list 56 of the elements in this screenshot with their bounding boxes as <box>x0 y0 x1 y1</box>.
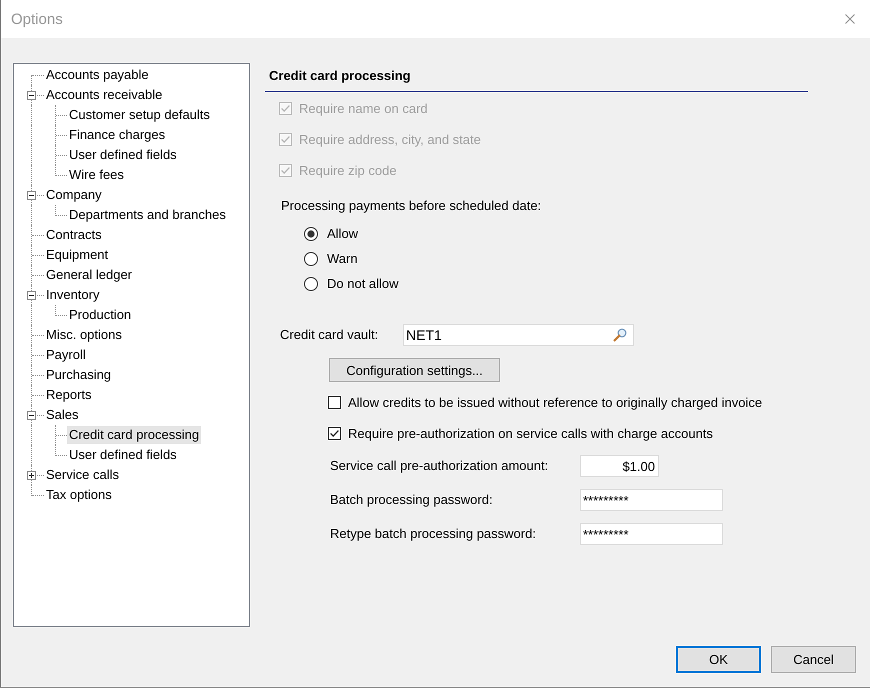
checkbox[interactable] <box>328 427 341 440</box>
field-label: Credit card vault: <box>280 327 378 343</box>
radio-button[interactable] <box>304 226 318 240</box>
minus-box-icon[interactable] <box>27 291 36 300</box>
tree-item[interactable]: Sales <box>44 406 81 424</box>
password-field[interactable]: ********* <box>580 523 723 545</box>
amount-field[interactable]: $1.00 <box>580 455 659 477</box>
radio-button[interactable] <box>304 252 318 266</box>
field-label: Batch processing password: <box>330 492 493 508</box>
search-icon[interactable] <box>613 328 627 342</box>
dialog-button[interactable]: OK <box>676 646 761 673</box>
checkbox-label: Require name on card <box>299 100 428 116</box>
checkbox-label: Allow credits to be issued without reference to originally charged invoice <box>348 394 762 410</box>
minus-box-icon[interactable] <box>27 411 36 420</box>
tree-item[interactable]: Customer setup defaults <box>67 106 212 124</box>
tree-item[interactable]: User defined fields <box>67 146 179 164</box>
tree-item[interactable]: Equipment <box>44 246 110 264</box>
tree-item[interactable]: Accounts payable <box>44 66 151 84</box>
tree-item[interactable]: Accounts receivable <box>44 86 164 104</box>
tree-item[interactable]: General ledger <box>44 266 134 284</box>
tree-item[interactable]: Tax options <box>44 486 114 504</box>
config-button[interactable]: Configuration settings... <box>329 358 500 382</box>
plus-box-icon[interactable] <box>27 471 36 480</box>
radio-button[interactable] <box>304 276 318 290</box>
tree-item[interactable]: Finance charges <box>67 126 168 144</box>
tree-item[interactable]: Reports <box>44 386 94 404</box>
minus-box-icon[interactable] <box>27 91 36 100</box>
radio-label: Do not allow <box>327 276 399 292</box>
tree-item[interactable]: User defined fields <box>67 446 179 464</box>
field-label: Retype batch processing password: <box>330 526 536 542</box>
radio-label: Allow <box>327 226 358 242</box>
tree-item[interactable]: Contracts <box>44 226 104 244</box>
tree-item[interactable]: Payroll <box>44 346 88 364</box>
tree-item[interactable]: Departments and branches <box>67 206 228 224</box>
lookup-field[interactable]: NET1 <box>403 324 634 346</box>
close-icon[interactable] <box>845 14 855 24</box>
checkbox-label: Require address, city, and state <box>299 132 481 148</box>
tree-item[interactable]: Wire fees <box>67 166 126 184</box>
password-field[interactable]: ********* <box>580 489 723 511</box>
section-title: Credit card processing <box>269 68 411 83</box>
tree-item[interactable]: Credit card processing <box>67 426 202 444</box>
tree-item[interactable]: Inventory <box>44 286 102 304</box>
checkbox-label: Require zip code <box>299 162 397 178</box>
group-label: Processing payments before scheduled date: <box>281 198 542 213</box>
tree-item[interactable]: Company <box>44 186 104 204</box>
tree-item[interactable]: Service calls <box>44 466 121 484</box>
tree-item[interactable]: Production <box>67 306 134 324</box>
checkbox-label: Require pre-authorization on service calls with charge accounts <box>348 426 713 442</box>
radio-label: Warn <box>327 250 358 266</box>
dialog-button[interactable]: Cancel <box>771 646 856 673</box>
tree-item[interactable]: Purchasing <box>44 366 114 384</box>
tree-item[interactable]: Misc. options <box>44 326 124 344</box>
window-title: Options <box>11 10 63 28</box>
field-label: Service call pre-authorization amount: <box>330 458 548 474</box>
minus-box-icon[interactable] <box>27 191 36 200</box>
checkbox[interactable] <box>328 396 341 409</box>
